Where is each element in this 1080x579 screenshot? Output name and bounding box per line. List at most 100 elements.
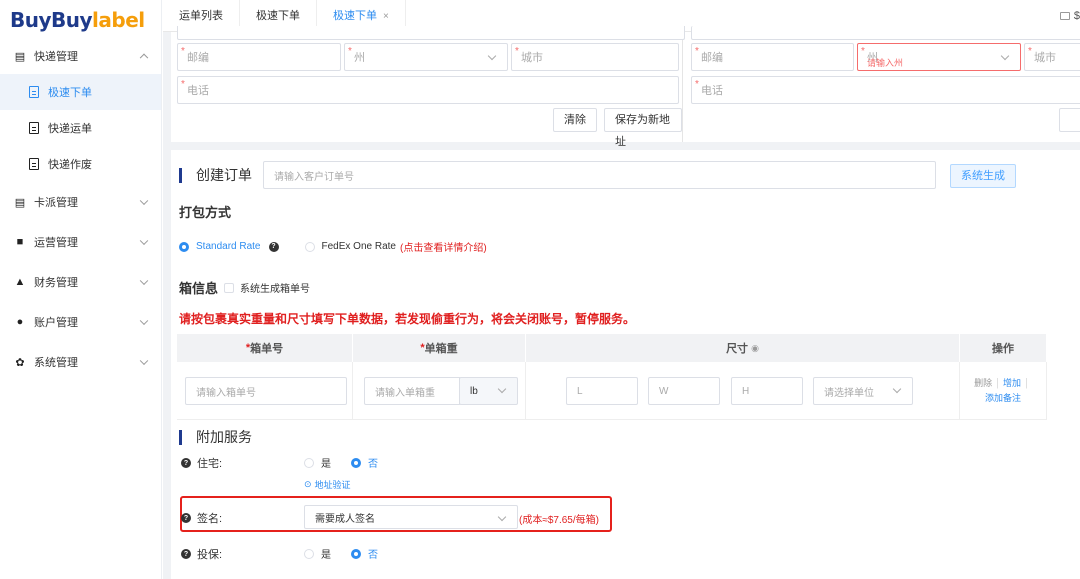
brand-logo[interactable]: BuyBuylabel	[0, 0, 161, 38]
help-icon[interactable]: ?	[268, 241, 279, 252]
add-remark-link[interactable]: 添加备注	[985, 393, 1021, 403]
city-input[interactable]: * 城市	[1024, 43, 1080, 71]
radio-residential-no[interactable]: 否	[351, 455, 378, 470]
additional-services-title: 附加服务	[196, 429, 252, 445]
box-table: * 箱单号 * 单箱重 尺寸 ◉ 操作 请输入箱单号 请输入单箱重 lb L W H …	[177, 334, 1047, 420]
radio-insurance-no[interactable]: 否	[351, 546, 378, 561]
residential-row: ? 住宅:	[181, 455, 222, 471]
document-icon	[28, 158, 40, 170]
tab-label: 极速下单	[333, 10, 377, 22]
address-verify-link[interactable]: ⊙ 地址验证	[304, 478, 351, 491]
address-field-partial[interactable]	[691, 26, 1080, 40]
document-icon	[28, 86, 40, 98]
header-weight: * 单箱重	[353, 334, 526, 362]
width-input[interactable]: W	[648, 377, 720, 405]
city-placeholder: 城市	[521, 52, 543, 64]
weight-unit-select[interactable]: lb	[459, 377, 518, 405]
menu-item-void[interactable]: 快递作废	[0, 146, 161, 182]
auto-box-no-checkbox[interactable]	[224, 282, 235, 293]
chevron-up-icon	[139, 53, 149, 63]
address-field-partial[interactable]	[177, 26, 685, 40]
box-no-input[interactable]: 请输入箱单号	[185, 377, 347, 405]
menu-label: 卡派管理	[34, 197, 78, 209]
help-icon[interactable]: ?	[181, 549, 191, 559]
menu-label: 系统管理	[34, 357, 78, 369]
radio-selected-icon	[179, 241, 189, 252]
signature-cost: (成本≈$7.65/每箱)	[519, 515, 599, 526]
fedex-details-link[interactable]: (点击查看详情介绍)	[400, 239, 487, 254]
menu-item-waybills[interactable]: 快递运单	[0, 110, 161, 146]
menu-operations-management[interactable]: ■ 运营管理	[0, 224, 161, 260]
thumb-icon: ▲	[14, 276, 26, 288]
chevron-down-icon	[139, 276, 149, 286]
clear-button[interactable]: 清除	[553, 108, 597, 132]
radio-label: Standard Rate	[196, 241, 261, 252]
customer-order-placeholder: 请输入客户订单号	[274, 171, 354, 183]
customer-order-input[interactable]: 请输入客户订单号	[263, 161, 936, 189]
zip-input[interactable]: * 邮编	[177, 43, 341, 71]
table-header: * 箱单号 * 单箱重 尺寸 ◉ 操作	[177, 334, 1047, 362]
menu-label: 账户管理	[34, 317, 78, 329]
help-icon[interactable]: ◉	[751, 343, 759, 354]
menu-truck-management[interactable]: ▤ 卡派管理	[0, 184, 161, 220]
menu-express-management[interactable]: ▤ 快递管理	[0, 38, 161, 74]
city-placeholder: 城市	[1034, 52, 1056, 64]
radio-standard-rate[interactable]: Standard Rate	[179, 241, 261, 252]
delete-row-link[interactable]: 删除	[974, 378, 992, 388]
address-action-button-partial[interactable]	[1059, 108, 1080, 132]
zip-placeholder: 邮编	[187, 52, 209, 64]
weight-input[interactable]: 请输入单箱重	[364, 377, 460, 405]
length-input[interactable]: L	[566, 377, 638, 405]
zip-placeholder: 邮编	[701, 52, 723, 64]
menu-account-management[interactable]: ● 账户管理	[0, 304, 161, 340]
menu-label: 运营管理	[34, 237, 78, 249]
brand-part1: BuyBuy	[10, 8, 93, 32]
state-select-error[interactable]: * 州 请输入州	[857, 43, 1021, 71]
help-icon[interactable]: ?	[181, 513, 191, 523]
signature-select[interactable]: 需要成人签名	[304, 505, 518, 529]
chevron-down-icon	[139, 316, 149, 326]
sender-address: * 邮编 * 州 * 城市 * 电话 清除 保存为新地址	[171, 26, 685, 148]
save-address-button[interactable]: 保存为新地址	[604, 108, 682, 148]
add-row-link[interactable]: 增加	[1003, 378, 1021, 388]
radio-fedex-one-rate[interactable]: FedEx One Rate (点击查看详情介绍)	[304, 239, 487, 254]
menu-finance-management[interactable]: ▲ 财务管理	[0, 264, 161, 300]
chevron-down-icon	[497, 512, 507, 522]
close-icon[interactable]: ×	[383, 11, 389, 22]
city-input[interactable]: * 城市	[511, 43, 679, 71]
menu-label: 财务管理	[34, 277, 78, 289]
height-input[interactable]: H	[731, 377, 803, 405]
packing-options: Standard Rate ? FedEx One Rate (点击查看详情介绍…	[179, 239, 487, 254]
radio-insurance-yes[interactable]: 是	[304, 546, 331, 561]
main-area: 运单列表 极速下单 极速下单 × $ * 邮编 * 州 * 城市 * 电话 清除…	[163, 0, 1080, 579]
sidebar: BuyBuylabel ▤ 快递管理 极速下单 快递运单 快递作废 ▤ 卡派管理…	[0, 0, 162, 579]
clipboard-icon: ▤	[14, 50, 26, 63]
phone-placeholder: 电话	[701, 85, 723, 97]
signature-label: 签名:	[197, 513, 223, 525]
menu-label: 快递管理	[34, 51, 78, 63]
menu-item-label: 极速下单	[48, 87, 92, 99]
size-unit-select[interactable]: 请选择单位	[813, 377, 913, 405]
help-icon[interactable]: ?	[181, 458, 191, 468]
create-order-title: 创建订单	[196, 167, 252, 183]
weight-warning: 请按包裹真实重量和尺寸填写下单数据，若发现偷重行为，将会关闭账号，暂停服务。	[179, 312, 636, 326]
chevron-down-icon	[892, 384, 902, 394]
gear-icon: ✿	[15, 356, 25, 369]
insurance-options: 是 否	[304, 546, 378, 561]
zip-input[interactable]: * 邮编	[691, 43, 854, 71]
menu-item-fast-order[interactable]: 极速下单	[0, 74, 161, 110]
box-info-header: 箱信息 系统生成箱单号	[179, 278, 310, 297]
user-icon: ●	[16, 316, 24, 328]
radio-residential-yes[interactable]: 是	[304, 455, 331, 470]
wallet-icon	[1059, 12, 1070, 20]
wallet-balance[interactable]: $	[1059, 10, 1080, 22]
phone-input[interactable]: * 电话	[177, 76, 679, 104]
state-select[interactable]: * 州	[344, 43, 508, 71]
generate-order-button[interactable]: 系统生成	[950, 164, 1016, 188]
packing-title: 打包方式	[179, 205, 232, 220]
radio-unselected-icon	[304, 241, 315, 252]
menu-system-management[interactable]: ✿ 系统管理	[0, 344, 161, 380]
auto-box-no-label: 系统生成箱单号	[240, 284, 311, 295]
residential-options: 是 否	[304, 455, 378, 470]
phone-input[interactable]: * 电话	[691, 76, 1080, 104]
